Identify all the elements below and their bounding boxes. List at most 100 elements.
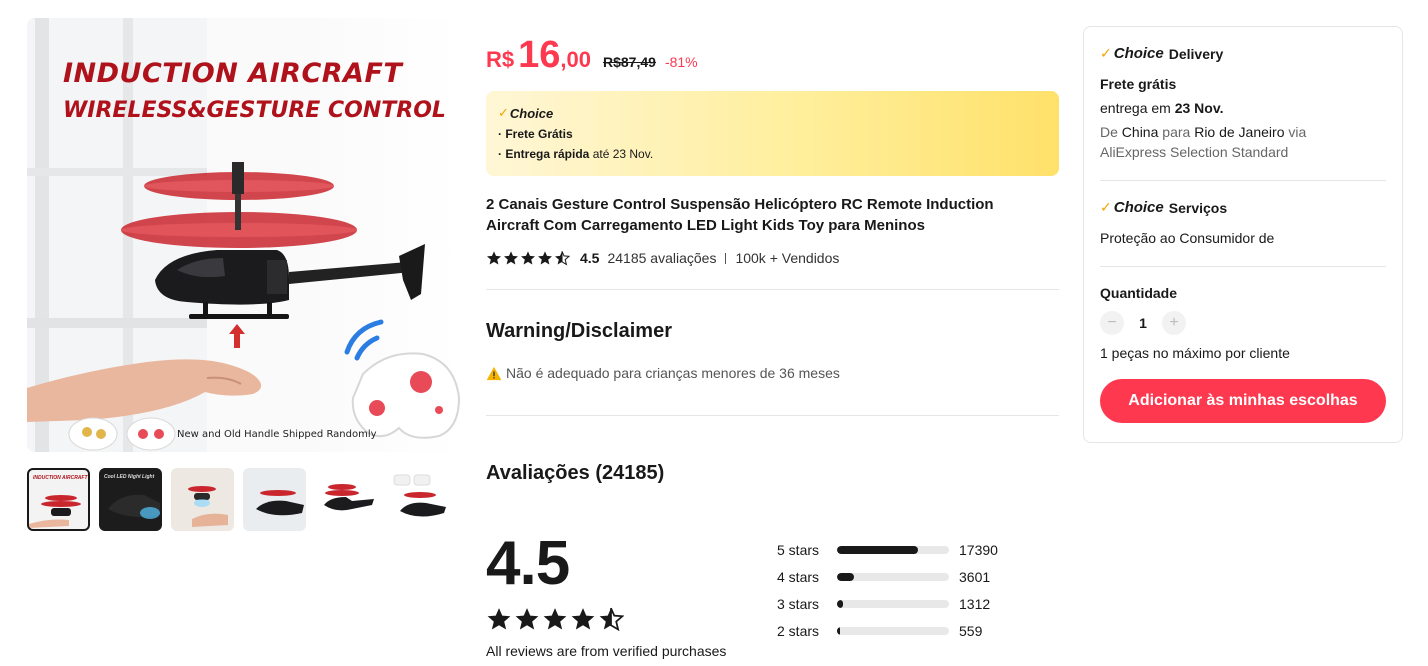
image-headline-line2: WIRELESS&GESTURE CONTROL — [63, 98, 446, 123]
services-choice-logo: Choice — [1113, 199, 1164, 216]
distribution-count: 3601 — [959, 568, 991, 585]
choice-logo-text: Choice — [509, 105, 554, 121]
delivery-route: De China para Rio de Janeiro via — [1100, 122, 1386, 142]
overall-rating: 4.5 — [486, 529, 570, 598]
choice-fast-delivery-date: até 23 Nov. — [589, 147, 654, 161]
warning-title: Warning/Disclaimer — [486, 320, 672, 342]
product-title: 2 Canais Gesture Control Suspensão Helic… — [486, 196, 994, 234]
choice-free-shipping-text: · Frete Grátis — [498, 127, 573, 141]
distribution-count: 17390 — [959, 541, 998, 558]
star-icon — [521, 251, 535, 265]
rating-distribution-row[interactable]: 3 stars 1312 — [777, 590, 998, 617]
route-destination[interactable]: Rio de Janeiro — [1194, 124, 1284, 140]
purchase-panel: ✓ Choice Delivery Frete grátis entrega e… — [1083, 26, 1403, 443]
star-icon — [543, 608, 567, 630]
distribution-bar-fill — [837, 545, 918, 554]
quantity-stepper: − 1 + — [1100, 311, 1386, 335]
price-decimal: ,00 — [560, 47, 591, 72]
original-price: R$87,49 — [603, 54, 656, 70]
delivery-choice-logo: Choice — [1113, 45, 1164, 62]
thumbnail-5-image — [324, 484, 374, 511]
choice-banner[interactable]: ✓ Choice · Frete Grátis · Entrega rápida… — [486, 91, 1059, 176]
quantity-decrease-button[interactable]: − — [1100, 311, 1124, 335]
star-icon — [571, 608, 595, 630]
star-icon — [487, 608, 511, 630]
discount-badge: -81% — [664, 54, 698, 70]
thumbnail-6[interactable] — [387, 468, 450, 531]
shipping-method: AliExpress Selection Standard — [1100, 144, 1289, 160]
thumbnail-1[interactable]: INDUCTION AIRCRAFT — [27, 468, 90, 531]
warning-text-row: Não é adequado para crianças menores de … — [486, 365, 840, 381]
price-currency: R$ — [486, 47, 515, 72]
delivery-date-prefix: entrega em — [1100, 100, 1175, 116]
delivery-details: Frete grátis entrega em 23 Nov. De China… — [1100, 74, 1386, 162]
review-count-link[interactable]: 24185 avaliações — [607, 250, 716, 266]
route-from-label: De — [1100, 124, 1122, 140]
thumbnail-3[interactable] — [171, 468, 234, 531]
choice-fast-delivery: · Entrega rápida até 23 Nov. — [498, 147, 1047, 161]
main-product-image[interactable]: INDUCTION AIRCRAFT WIRELESS&GESTURE CONT… — [27, 18, 463, 452]
distribution-label: 2 stars — [777, 622, 820, 639]
distribution-bar — [837, 626, 949, 635]
route-origin: China — [1121, 124, 1159, 140]
warning-icon — [486, 366, 502, 380]
rating-distribution: 5 stars 17390 4 stars 3601 3 stars 1312 … — [777, 536, 998, 644]
choice-free-shipping: · Frete Grátis — [498, 127, 1047, 141]
product-gallery: INDUCTION AIRCRAFT WIRELESS&GESTURE CONT… — [27, 18, 463, 531]
distribution-count: 1312 — [959, 595, 991, 612]
route-to-label: para — [1158, 124, 1195, 140]
rating-summary[interactable]: 4.5 24185 avaliações 100k + Vendidos — [486, 250, 839, 266]
thumbnail-2-tag: Cool LED Night Light — [104, 474, 155, 480]
distribution-bar-fill — [837, 572, 854, 581]
thumbnail-5[interactable] — [315, 468, 378, 531]
thumbnail-1-tag: INDUCTION AIRCRAFT — [33, 475, 88, 481]
services-heading-text: Serviços — [1168, 199, 1228, 216]
thumbnail-6-image — [393, 474, 446, 517]
half-star-icon — [555, 251, 570, 266]
distribution-count: 559 — [959, 622, 983, 639]
thumbnail-strip: INDUCTION AIRCRAFT Cool LED Night Light — [27, 468, 463, 531]
rating-value: 4.5 — [580, 250, 600, 266]
distribution-bar — [837, 572, 949, 581]
price-row: R$ 16 ,00 R$87,49 -81% — [486, 34, 698, 77]
thumbnail-4[interactable] — [243, 468, 306, 531]
delivery-date-row: entrega em 23 Nov. — [1100, 98, 1386, 118]
quantity-value[interactable]: 1 — [1138, 315, 1148, 331]
distribution-bar — [837, 599, 949, 608]
divider — [1100, 266, 1386, 267]
free-shipping-text: Frete grátis — [1100, 76, 1177, 92]
distribution-label: 4 stars — [777, 568, 820, 585]
star-icon — [487, 251, 501, 265]
distribution-bar — [837, 545, 949, 554]
separator — [725, 252, 727, 264]
route-via-label: via — [1284, 124, 1307, 140]
warning-text: Não é adequado para crianças menores de … — [506, 365, 840, 381]
quantity-increase-button[interactable]: + — [1162, 311, 1186, 335]
distribution-bar-fill — [837, 599, 844, 608]
check-icon: ✓ — [1100, 199, 1112, 215]
star-icon — [504, 251, 518, 265]
overall-rating-stars — [486, 606, 624, 632]
rating-distribution-row[interactable]: 5 stars 17390 — [777, 536, 998, 563]
thumbnail-4-image — [256, 490, 304, 516]
delivery-date: 23 Nov. — [1174, 100, 1224, 116]
reviews-title: Avaliações (24185) — [486, 462, 665, 484]
star-icon — [515, 608, 539, 630]
quantity-label: Quantidade — [1100, 285, 1178, 301]
star-icon — [538, 251, 552, 265]
add-to-choice-button[interactable]: Adicionar às minhas escolhas — [1100, 379, 1386, 423]
rating-distribution-row[interactable]: 2 stars 559 — [777, 617, 998, 644]
thumbnail-2[interactable]: Cool LED Night Light — [99, 468, 162, 531]
rating-distribution-row[interactable]: 4 stars 3601 — [777, 563, 998, 590]
reviews-note: All reviews are from verified purchases — [486, 643, 727, 659]
choice-fast-delivery-bold: · Entrega rápida — [498, 147, 590, 161]
distribution-label: 3 stars — [777, 595, 820, 612]
services-text[interactable]: Proteção ao Consumidor de — [1100, 228, 1386, 248]
image-headline-line1: INDUCTION AIRCRAFT — [63, 58, 403, 89]
half-star-icon — [599, 607, 624, 632]
choice-logo: ✓ Choice — [498, 105, 1047, 121]
rating-stars — [486, 250, 570, 266]
divider — [486, 415, 1059, 416]
check-icon: ✓ — [498, 105, 509, 120]
sold-count: 100k + Vendidos — [735, 250, 840, 266]
